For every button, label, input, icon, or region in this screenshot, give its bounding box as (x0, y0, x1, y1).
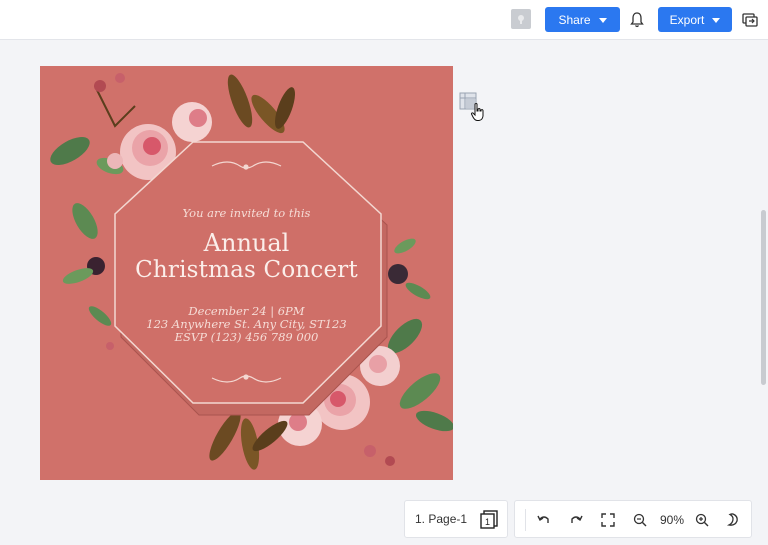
zoom-out-icon[interactable] (632, 512, 648, 528)
title-line-1: Annual (203, 229, 290, 257)
dark-mode-icon[interactable] (724, 512, 740, 528)
pages-icon[interactable]: 1 (479, 509, 499, 529)
bottom-toolbar: 90% (514, 500, 752, 538)
rsvp-text: ESVP (123) 456 789 000 (174, 330, 319, 344)
date-text: December 24 | 6PM (188, 304, 305, 318)
share-label: Share (558, 12, 591, 27)
vertical-scrollbar[interactable] (761, 210, 766, 385)
page-label: 1. Page-1 (415, 512, 468, 526)
leaf-cluster-bottom (209, 411, 288, 470)
top-bar: Share Export (0, 0, 768, 40)
redo-icon[interactable] (568, 512, 584, 528)
zoom-level[interactable]: 90% (660, 513, 684, 527)
invitation-card[interactable]: You are invited to this Annual Christmas… (40, 66, 453, 480)
zoom-in-icon[interactable] (694, 512, 710, 528)
caret-down-icon (598, 17, 607, 23)
page-selector[interactable]: 1. Page-1 1 (404, 500, 508, 538)
export-button[interactable]: Export (658, 7, 732, 32)
avatar-icon[interactable] (511, 9, 531, 29)
hand-cursor-icon (470, 103, 484, 121)
share-button[interactable]: Share (545, 7, 620, 32)
caret-down-icon (712, 17, 721, 23)
fit-screen-icon[interactable] (600, 512, 616, 528)
title-line-2: Christmas Concert (135, 257, 358, 283)
export-label: Export (669, 12, 705, 27)
page-count: 1 (485, 517, 490, 527)
invited-text: You are invited to this (182, 206, 311, 220)
switch-window-icon[interactable] (741, 11, 759, 29)
undo-icon[interactable] (536, 512, 552, 528)
address-text: 123 Anywhere St. Any City, ST123 (146, 317, 347, 331)
bell-icon[interactable] (629, 11, 645, 29)
toolbar-divider (525, 509, 526, 531)
